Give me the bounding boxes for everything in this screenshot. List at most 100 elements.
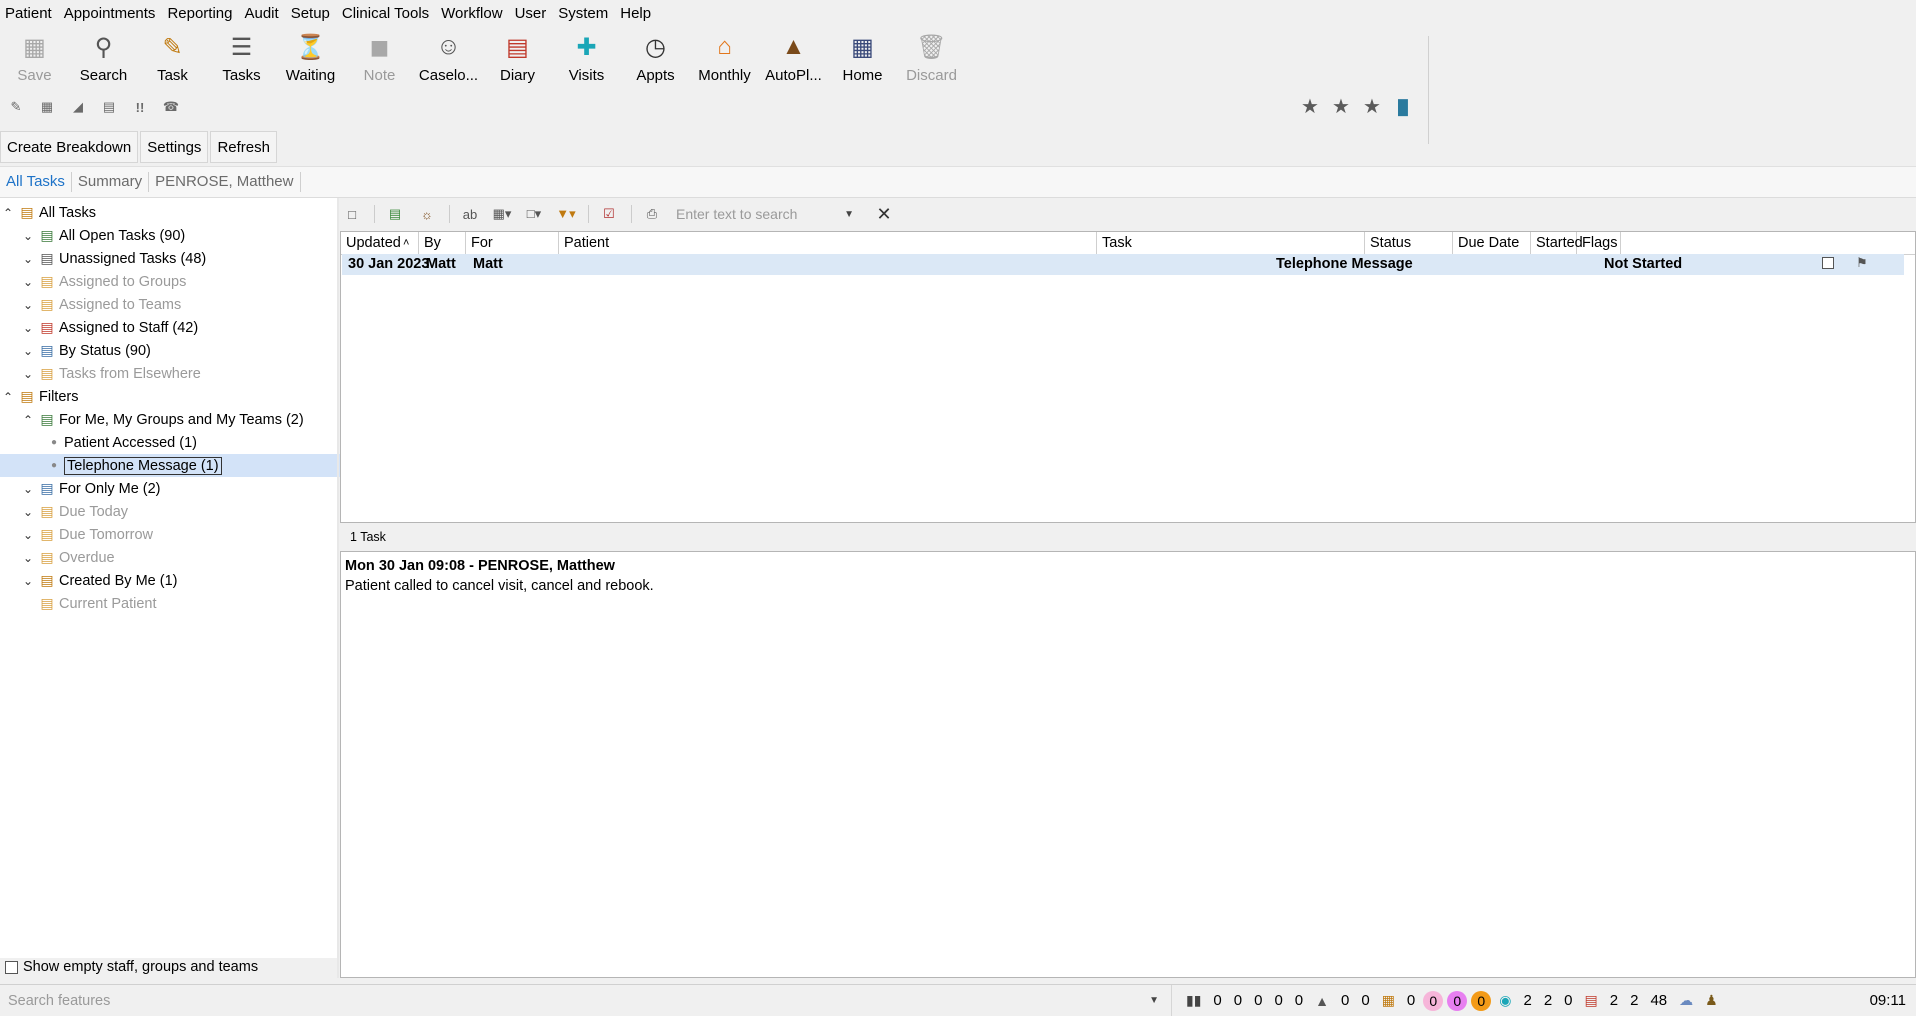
chevron-down-icon[interactable]: ⌄ xyxy=(21,367,35,381)
camera-icon[interactable]: ◉ xyxy=(1499,992,1511,1009)
building-icon[interactable]: ◢ xyxy=(68,98,88,116)
chevron-down-icon[interactable]: ⌄ xyxy=(21,298,35,312)
tree-item[interactable]: ⌄ ▤ Assigned to Staff (42) xyxy=(0,316,358,339)
complete-task-icon[interactable]: ☑ xyxy=(597,204,621,224)
waiting-button[interactable]: ⏳ Waiting xyxy=(276,30,345,86)
tree-item[interactable]: ⌄ ▤ Assigned to Groups xyxy=(0,270,358,293)
flag-icon[interactable]: ⚑ xyxy=(1856,255,1868,271)
rename-icon[interactable]: ab xyxy=(458,204,482,224)
filter-menu-icon[interactable]: ▼▾ xyxy=(554,204,578,224)
column-header-started[interactable]: Started xyxy=(1531,232,1583,254)
tree-item[interactable]: ⌄ ▤ Due Today xyxy=(0,500,358,523)
weather-icon[interactable]: ☁ xyxy=(1679,992,1693,1009)
chevron-down-icon[interactable]: ▼ xyxy=(1149,995,1159,1006)
menu-item-patient[interactable]: Patient xyxy=(0,5,58,22)
user-icon[interactable]: ♟ xyxy=(1705,992,1718,1009)
tree-item[interactable]: ● Patient Accessed (1) xyxy=(0,431,387,454)
column-header-flags[interactable]: Flags xyxy=(1577,232,1621,254)
select-all-icon[interactable]: □ xyxy=(340,204,364,224)
tree-item[interactable]: ⌄ ▤ For Only Me (2) xyxy=(0,477,358,500)
tree-item[interactable]: ▤ Current Patient xyxy=(0,592,358,615)
tree-item[interactable]: ⌄ ▤ Assigned to Teams xyxy=(0,293,358,316)
tab-patient[interactable]: PENROSE, Matthew xyxy=(149,172,301,192)
chevron-down-icon[interactable]: ⌄ xyxy=(21,344,35,358)
create-breakdown-button[interactable]: Create Breakdown xyxy=(0,131,139,163)
menu-item-setup[interactable]: Setup xyxy=(285,5,336,22)
chevron-down-icon[interactable]: ⌄ xyxy=(21,551,35,565)
feature-search-input[interactable]: Search features ▼ xyxy=(0,985,1172,1016)
tab-summary[interactable]: Summary xyxy=(72,172,150,192)
chevron-down-icon[interactable]: ⌄ xyxy=(21,252,35,266)
appts-button[interactable]: ◷ Appts xyxy=(621,30,690,86)
car-icon[interactable]: ▲ xyxy=(1315,993,1329,1009)
status-pill[interactable]: 0 xyxy=(1471,990,1492,1011)
menu-item-help[interactable]: Help xyxy=(614,5,657,22)
column-header-task[interactable]: Task xyxy=(1097,232,1365,254)
calendar-icon[interactable]: ▤ xyxy=(99,98,119,116)
pane-splitter[interactable] xyxy=(337,198,339,978)
phone-icon[interactable]: ☎ xyxy=(161,98,181,116)
sort-asc-icon[interactable]: ˄ xyxy=(403,232,409,254)
diary-button[interactable]: ▤ Diary xyxy=(483,30,552,86)
settings-button[interactable]: Settings xyxy=(140,131,209,163)
menu-item-audit[interactable]: Audit xyxy=(238,5,284,22)
tree-item[interactable]: ⌄ ▤ Overdue xyxy=(0,546,358,569)
tree-item[interactable]: ⌄ ▤ Unassigned Tasks (48) xyxy=(0,247,358,270)
column-header-due-date[interactable]: Due Date xyxy=(1453,232,1531,254)
show-empty-checkbox[interactable] xyxy=(5,960,18,974)
tree-item[interactable]: ● Telephone Message (1) xyxy=(0,454,387,477)
task-button[interactable]: ✎ Task xyxy=(138,30,207,86)
chevron-down-icon[interactable]: ▼ xyxy=(844,209,854,220)
tree-item[interactable]: ⌃ ▤ All Tasks xyxy=(0,201,338,224)
chevron-down-icon[interactable]: ⌄ xyxy=(21,574,35,588)
chevron-down-icon[interactable]: ⌄ xyxy=(21,229,35,243)
user-edit-icon[interactable]: ✎ xyxy=(6,98,26,116)
chevron-down-icon[interactable]: ⌄ xyxy=(21,321,35,335)
chevron-down-icon[interactable]: ⌄ xyxy=(21,528,35,542)
menu-item-appointments[interactable]: Appointments xyxy=(58,5,162,22)
tree-item[interactable]: ⌄ ▤ Tasks from Elsewhere xyxy=(0,362,358,385)
menu-item-system[interactable]: System xyxy=(552,5,614,22)
status-pill[interactable]: 0 xyxy=(1447,990,1468,1011)
alert-icon[interactable]: !! xyxy=(130,98,150,116)
search-button[interactable]: ⚲ Search xyxy=(69,30,138,86)
building-icon[interactable]: ▦ xyxy=(1382,992,1395,1009)
tree-item[interactable]: ⌄ ▤ Created By Me (1) xyxy=(0,569,358,592)
refresh-button[interactable]: Refresh xyxy=(210,131,277,163)
status-pill[interactable]: 0 xyxy=(1423,990,1444,1011)
monthly-button[interactable]: ⌂ Monthly xyxy=(690,30,759,86)
column-header-by[interactable]: By xyxy=(419,232,466,254)
show-empty-option[interactable]: Show empty staff, groups and teams xyxy=(0,958,337,976)
assign-menu-icon[interactable]: ▦▾ xyxy=(490,204,514,224)
star-icon[interactable]: ★ xyxy=(1362,97,1382,117)
grid-icon[interactable]: ▦ xyxy=(37,98,57,116)
tree-item[interactable]: ⌃ ▤ For Me, My Groups and My Teams (2) xyxy=(0,408,358,431)
column-header-patient[interactable]: Patient xyxy=(559,232,1097,254)
chevron-up-icon[interactable]: ⌃ xyxy=(1,390,15,404)
menu-item-clinical-tools[interactable]: Clinical Tools xyxy=(336,5,435,22)
print-icon[interactable]: ⎙ xyxy=(640,204,664,224)
tree-item[interactable]: ⌄ ▤ By Status (90) xyxy=(0,339,358,362)
discard-button[interactable]: 🗑 Discard xyxy=(897,30,966,86)
caselo-button[interactable]: ☺ Caselo... xyxy=(414,30,483,86)
status-menu-icon[interactable]: □▾ xyxy=(522,204,546,224)
tree-item[interactable]: ⌄ ▤ Due Tomorrow xyxy=(0,523,358,546)
tasks-button[interactable]: ☰ Tasks xyxy=(207,30,276,86)
menu-item-workflow[interactable]: Workflow xyxy=(435,5,508,22)
autopl-button[interactable]: ▲ AutoPl... xyxy=(759,30,828,86)
patient-icon[interactable]: ☼ xyxy=(415,204,439,224)
table-row[interactable]: 30 Jan 2023 Matt Matt Telephone Message … xyxy=(342,254,1904,275)
tree-item[interactable]: ⌃ ▤ Filters xyxy=(0,385,338,408)
column-header-status[interactable]: Status xyxy=(1365,232,1453,254)
chevron-down-icon[interactable]: ⌄ xyxy=(21,482,35,496)
export-icon[interactable]: ▤ xyxy=(383,204,407,224)
chevron-down-icon[interactable]: ⌄ xyxy=(21,505,35,519)
column-header-for[interactable]: For xyxy=(466,232,559,254)
chevron-up-icon[interactable]: ⌃ xyxy=(21,413,35,427)
tab-all-tasks[interactable]: All Tasks xyxy=(0,172,72,192)
star-icon[interactable]: ★ xyxy=(1300,97,1320,117)
home-button[interactable]: ▦ Home xyxy=(828,30,897,86)
tree-item[interactable]: ⌄ ▤ All Open Tasks (90) xyxy=(0,224,358,247)
menu-item-user[interactable]: User xyxy=(509,5,553,22)
chevron-up-icon[interactable]: ⌃ xyxy=(1,206,15,220)
